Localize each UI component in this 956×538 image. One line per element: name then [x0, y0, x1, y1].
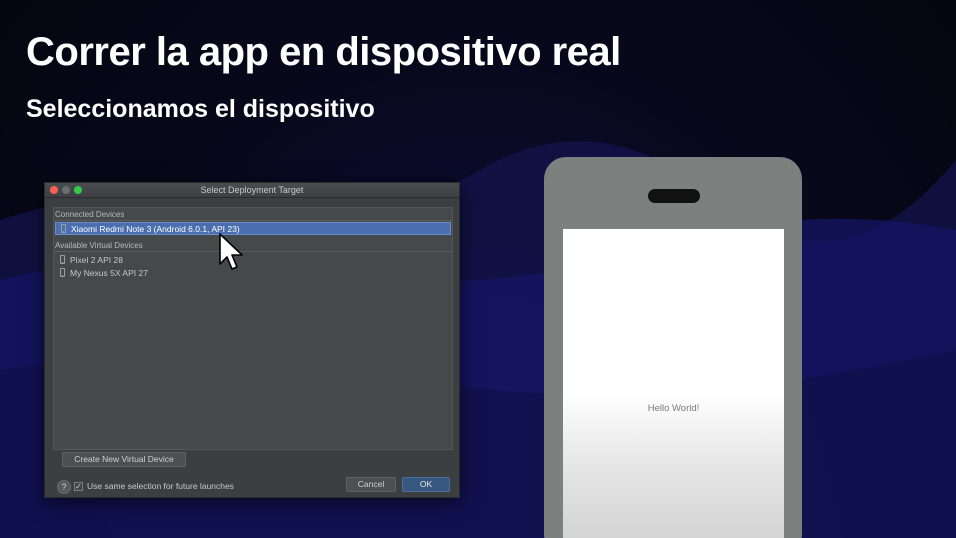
- select-deployment-target-dialog: Select Deployment Target Connected Devic…: [44, 182, 460, 498]
- ok-button[interactable]: OK: [402, 477, 450, 492]
- group-divider: [54, 220, 452, 221]
- hello-world-text: Hello World!: [647, 403, 700, 414]
- maximize-window-button[interactable]: [74, 186, 82, 194]
- phone-icon: [60, 255, 65, 264]
- create-new-virtual-device-button[interactable]: Create New Virtual Device: [62, 452, 186, 467]
- device-row-my-nexus-5x-api-27[interactable]: My Nexus 5X API 27: [55, 266, 451, 279]
- minimize-window-button[interactable]: [62, 186, 70, 194]
- connected-devices-header: Connected Devices: [55, 210, 125, 219]
- close-window-button[interactable]: [50, 186, 58, 194]
- use-same-selection-checkbox[interactable]: ✓: [74, 482, 83, 491]
- phone-icon: [60, 268, 65, 277]
- device-label: My Nexus 5X API 27: [70, 267, 148, 278]
- phone-mockup: Hello World!: [544, 157, 802, 538]
- dialog-titlebar: Select Deployment Target: [45, 183, 459, 198]
- phone-icon: [61, 224, 66, 233]
- help-icon[interactable]: ?: [57, 480, 71, 494]
- dialog-title: Select Deployment Target: [200, 185, 304, 195]
- use-same-selection-label: Use same selection for future launches: [87, 481, 234, 491]
- device-label: Pixel 2 API 28: [70, 254, 123, 265]
- cancel-button[interactable]: Cancel: [346, 477, 396, 492]
- group-divider: [54, 251, 452, 252]
- slide-title: Correr la app en dispositivo real: [26, 30, 621, 74]
- phone-speaker: [648, 189, 700, 203]
- window-controls: [50, 186, 82, 194]
- device-list[interactable]: Connected Devices Xiaomi Redmi Note 3 (A…: [53, 207, 453, 450]
- device-row-pixel-2-api-28[interactable]: Pixel 2 API 28: [55, 253, 451, 266]
- available-virtual-devices-header: Available Virtual Devices: [55, 241, 143, 250]
- device-label: Xiaomi Redmi Note 3 (Android 6.0.1, API …: [71, 223, 240, 234]
- device-row-xiaomi-redmi-note-3[interactable]: Xiaomi Redmi Note 3 (Android 6.0.1, API …: [55, 222, 451, 235]
- mouse-pointer-icon: [219, 233, 243, 270]
- phone-screen: Hello World!: [563, 229, 784, 538]
- slide-subtitle: Seleccionamos el dispositivo: [26, 95, 375, 123]
